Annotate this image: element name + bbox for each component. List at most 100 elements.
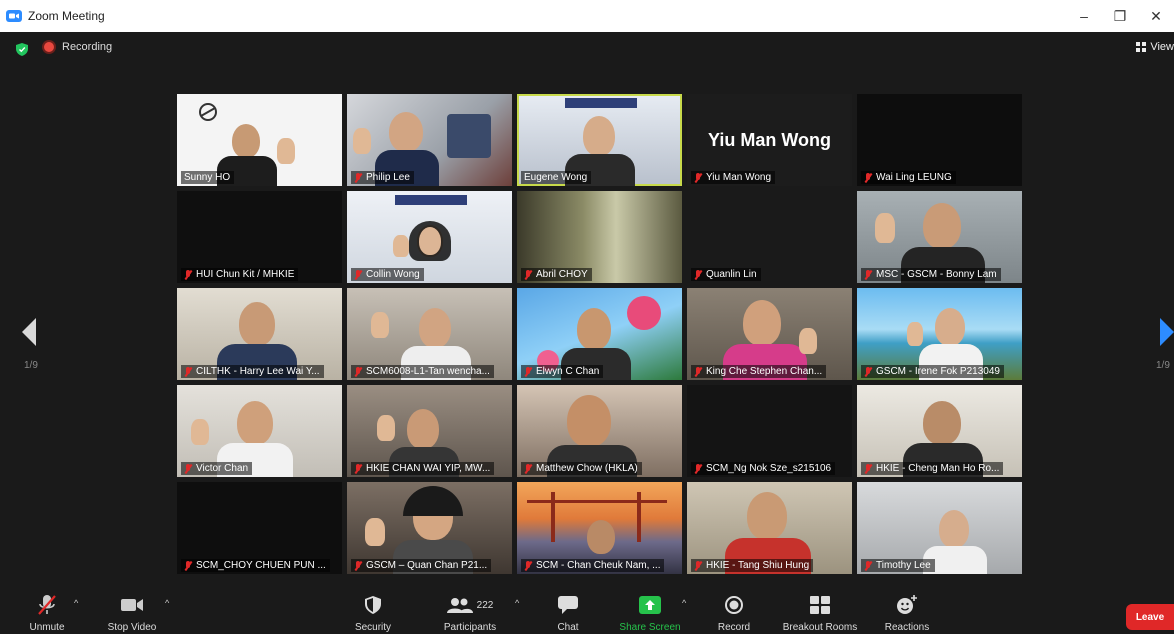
- recording-dot-icon: [44, 42, 54, 52]
- breakout-rooms-button[interactable]: Breakout Rooms: [776, 588, 864, 634]
- window-title: Zoom Meeting: [28, 9, 105, 23]
- video-tile[interactable]: HKIE - Cheng Man Ho Ro...: [857, 385, 1022, 477]
- recording-indicator[interactable]: Recording: [44, 41, 112, 53]
- participants-button[interactable]: 222 Participants: [436, 588, 504, 634]
- participant-name-label: Elwyn C Chan: [521, 365, 604, 378]
- leave-button[interactable]: Leave: [1126, 604, 1174, 630]
- participant-name-label: HKIE CHAN WAI YIP, MW...: [351, 462, 495, 475]
- zoom-app-icon: [6, 10, 22, 22]
- participants-caret-icon[interactable]: ^: [515, 598, 519, 608]
- participant-name-label: MSC - GSCM - Bonny Lam: [861, 268, 1001, 281]
- close-button[interactable]: ✕: [1138, 8, 1174, 25]
- video-tile[interactable]: SCM6008-L1-Tan wencha...: [347, 288, 512, 380]
- muted-mic-icon: [524, 269, 532, 280]
- stop-video-label: Stop Video: [107, 622, 157, 633]
- muted-mic-icon: [694, 560, 702, 571]
- breakout-rooms-icon: [810, 596, 830, 614]
- video-tile[interactable]: Sunny HO: [177, 94, 342, 186]
- maximize-button[interactable]: ❐: [1102, 8, 1138, 25]
- muted-mic-icon: [184, 269, 192, 280]
- encryption-shield-icon[interactable]: [16, 43, 28, 56]
- page-indicator-right: 1/9: [1156, 360, 1170, 371]
- video-tile[interactable]: Wai Ling LEUNG: [857, 94, 1022, 186]
- video-tile[interactable]: GSCM - Irene Fok P213049: [857, 288, 1022, 380]
- reactions-label: Reactions: [884, 622, 930, 633]
- video-tile[interactable]: SCM_CHOY CHUEN PUN ...: [177, 482, 342, 574]
- video-tile-active-speaker[interactable]: Eugene Wong: [517, 94, 682, 186]
- participant-name-label: Matthew Chow (HKLA): [521, 462, 642, 475]
- video-tile[interactable]: Philip Lee: [347, 94, 512, 186]
- participant-name-label: GSCM – Quan Chan P21...: [351, 559, 492, 572]
- chat-label: Chat: [557, 622, 579, 633]
- share-options-caret-icon[interactable]: ^: [682, 598, 686, 608]
- video-tile[interactable]: SCM - Chan Cheuk Nam, ...: [517, 482, 682, 574]
- muted-mic-icon: [694, 269, 702, 280]
- participant-name-label: Yiu Man Wong: [691, 171, 776, 184]
- next-page-arrow-icon[interactable]: [1158, 318, 1174, 346]
- breakout-rooms-label: Breakout Rooms: [782, 622, 858, 633]
- reactions-smiley-icon: [897, 595, 917, 614]
- participant-name-label: Timothy Lee: [861, 559, 935, 572]
- video-tile[interactable]: Timothy Lee: [857, 482, 1022, 574]
- participants-count: 222: [476, 599, 494, 611]
- participant-big-name: Yiu Man Wong: [708, 130, 831, 150]
- video-tile[interactable]: Elwyn C Chan: [517, 288, 682, 380]
- video-tile[interactable]: Collin Wong: [347, 191, 512, 283]
- muted-mic-icon: [694, 463, 702, 474]
- video-tile[interactable]: GSCM – Quan Chan P21...: [347, 482, 512, 574]
- video-tile[interactable]: Yiu Man Wong Yiu Man Wong: [687, 94, 852, 186]
- muted-mic-icon: [184, 463, 192, 474]
- window-controls: – ❐ ✕: [1066, 0, 1174, 32]
- video-camera-icon: [121, 599, 143, 611]
- chat-button[interactable]: Chat: [546, 588, 590, 634]
- video-tile[interactable]: Matthew Chow (HKLA): [517, 385, 682, 477]
- muted-mic-icon: [184, 366, 192, 377]
- audio-options-caret-icon[interactable]: ^: [74, 598, 78, 608]
- video-tile[interactable]: SCM_Ng Nok Sze_s215106: [687, 385, 852, 477]
- video-tile[interactable]: Quanlin Lin: [687, 191, 852, 283]
- video-tile[interactable]: Victor Chan: [177, 385, 342, 477]
- presentation-banner-graphic: [565, 98, 637, 108]
- participant-name-label: HKIE - Tang Shiu Hung: [691, 559, 814, 572]
- muted-mic-icon: [694, 172, 702, 183]
- participant-name-label: CILTHK - Harry Lee Wai Y...: [181, 365, 324, 378]
- video-tile[interactable]: HKIE - Tang Shiu Hung: [687, 482, 852, 574]
- participant-name-label: HKIE - Cheng Man Ho Ro...: [861, 462, 1004, 475]
- muted-mic-icon: [524, 463, 532, 474]
- muted-mic-icon: [864, 366, 872, 377]
- muted-mic-icon: [354, 269, 362, 280]
- grid-view-icon: [1136, 42, 1147, 52]
- presentation-banner-graphic: [395, 195, 467, 205]
- muted-mic-icon: [524, 560, 532, 571]
- participant-name-label: Abril CHOY: [521, 268, 592, 281]
- participant-name-label: King Che Stephen Chan...: [691, 365, 827, 378]
- view-button[interactable]: View: [1136, 41, 1174, 53]
- participant-name-label: Collin Wong: [351, 268, 424, 281]
- meeting-topbar: Recording View: [0, 32, 1174, 66]
- participant-name-label: HUI Chun Kit / MHKIE: [181, 268, 299, 281]
- muted-mic-icon: [694, 366, 702, 377]
- stop-video-button[interactable]: Stop Video: [100, 588, 164, 634]
- video-tile[interactable]: MSC - GSCM - Bonny Lam: [857, 191, 1022, 283]
- security-button[interactable]: Security: [348, 588, 398, 634]
- unmute-button[interactable]: Unmute: [24, 588, 70, 634]
- previous-page-arrow-icon[interactable]: [22, 318, 38, 346]
- participant-name-label: SCM_CHOY CHUEN PUN ...: [181, 559, 330, 572]
- video-tile[interactable]: HKIE CHAN WAI YIP, MW...: [347, 385, 512, 477]
- view-label: View: [1150, 41, 1174, 53]
- video-tile[interactable]: King Che Stephen Chan...: [687, 288, 852, 380]
- video-tile[interactable]: HUI Chun Kit / MHKIE: [177, 191, 342, 283]
- minimize-button[interactable]: –: [1066, 8, 1102, 24]
- muted-mic-icon: [354, 366, 362, 377]
- video-tile[interactable]: CILTHK - Harry Lee Wai Y...: [177, 288, 342, 380]
- participant-name-label: Sunny HO: [181, 171, 235, 184]
- record-label: Record: [717, 622, 751, 633]
- share-screen-button[interactable]: Share Screen: [612, 588, 688, 634]
- record-button[interactable]: Record: [712, 588, 756, 634]
- video-tile[interactable]: Abril CHOY: [517, 191, 682, 283]
- reactions-button[interactable]: Reactions: [878, 588, 936, 634]
- muted-mic-icon: [354, 463, 362, 474]
- security-shield-icon: [365, 596, 381, 614]
- video-options-caret-icon[interactable]: ^: [165, 598, 169, 608]
- muted-mic-icon: [864, 463, 872, 474]
